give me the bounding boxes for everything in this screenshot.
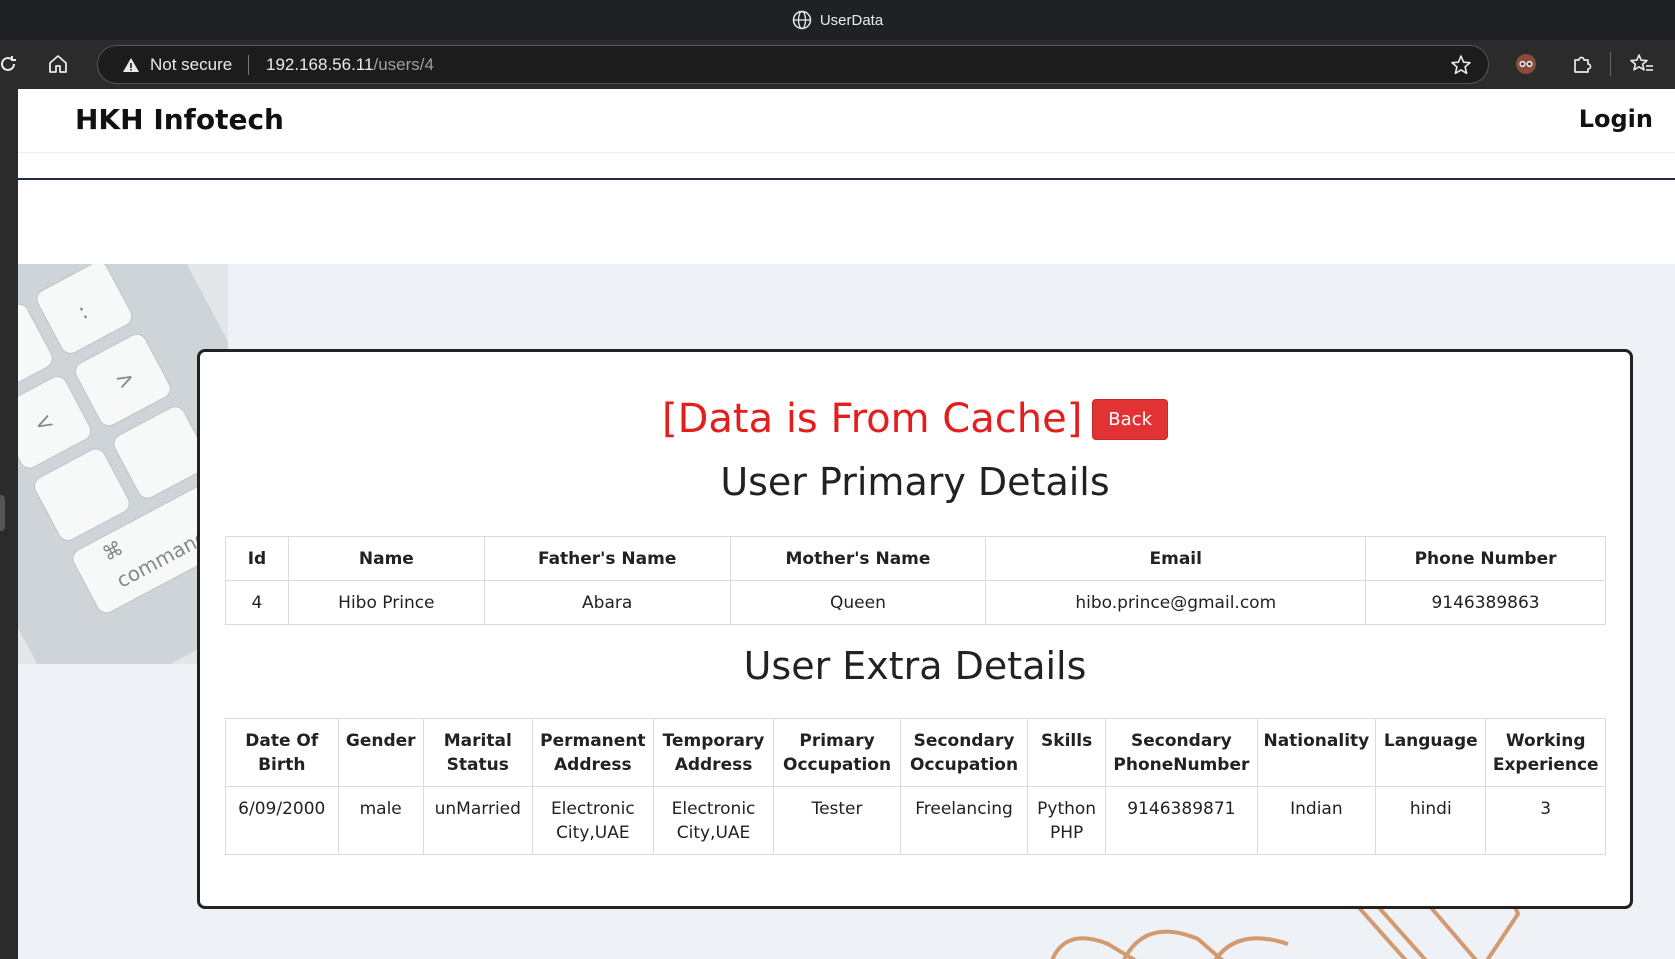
column-header: Name: [287, 536, 485, 581]
table-cell: Python PHP: [1027, 786, 1107, 855]
puzzle-icon: [1574, 56, 1592, 73]
table-cell: 4: [225, 580, 289, 625]
table-cell: 9146389871: [1105, 786, 1258, 855]
table-cell: Electronic City,UAE: [652, 786, 775, 855]
sidebar-edge: [0, 89, 18, 959]
column-header: Permanent Address: [531, 718, 654, 787]
table-cell: Indian: [1256, 786, 1377, 855]
table-cell: hibo.prince@gmail.com: [985, 580, 1367, 625]
url-path: /users/4: [373, 55, 434, 74]
table-cell: 9146389863: [1365, 580, 1606, 625]
table-cell: 3: [1485, 786, 1606, 855]
login-link[interactable]: Login: [1579, 105, 1653, 133]
table-cell: Queen: [729, 580, 987, 625]
favorites-button[interactable]: [1628, 50, 1656, 78]
column-header: Gender: [337, 718, 424, 787]
table-cell: Abara: [483, 580, 731, 625]
column-header: Secondary PhoneNumber: [1105, 718, 1258, 787]
browser-title-bar: UserData: [0, 0, 1675, 40]
column-header: Skills: [1027, 718, 1107, 787]
warning-icon: [123, 58, 139, 72]
home-button[interactable]: [44, 50, 72, 78]
cache-status-text: [Data is From Cache]: [661, 396, 1083, 442]
primary-details-heading: User Primary Details: [720, 460, 1110, 504]
profile-avatar-icon: [1516, 54, 1536, 74]
column-header: Father's Name: [483, 536, 731, 581]
window-title: UserData: [0, 10, 1675, 30]
table-cell: hindi: [1375, 786, 1487, 855]
bookmark-star-icon[interactable]: [1450, 54, 1472, 76]
column-header: Language: [1375, 718, 1487, 787]
sidebar-handle[interactable]: [0, 495, 5, 531]
reload-button[interactable]: [0, 50, 22, 78]
column-header: Marital Status: [422, 718, 533, 787]
column-header: Email: [985, 536, 1367, 581]
table-row: 6/09/2000 male unMarried Electronic City…: [225, 786, 1606, 855]
table-cell: Electronic City,UAE: [531, 786, 654, 855]
reload-icon: [1, 56, 16, 71]
table-header-row: Id Name Father's Name Mother's Name Emai…: [225, 536, 1606, 581]
column-header: Primary Occupation: [773, 718, 902, 787]
table-cell: 6/09/2000: [225, 786, 339, 855]
page-background: L : < > ⌘ command [Data is From Ca: [18, 264, 1675, 959]
browser-toolbar: Not secure 192.168.56.11/users/4: [0, 40, 1675, 89]
security-status[interactable]: Not secure: [150, 55, 232, 75]
column-header: Id: [225, 536, 289, 581]
table-cell: Hibo Prince: [287, 580, 485, 625]
column-header: Date Of Birth: [225, 718, 339, 787]
globe-icon: [792, 10, 812, 30]
nav-divider-line: [18, 178, 1675, 180]
table-header-row: Date Of Birth Gender Marital Status Perm…: [225, 718, 1606, 787]
column-header: Working Experience: [1485, 718, 1606, 787]
column-header: Secondary Occupation: [900, 718, 1029, 787]
url-host: 192.168.56.11: [266, 55, 374, 74]
favorites-icon: [1630, 54, 1653, 71]
extensions-button[interactable]: [1568, 50, 1596, 78]
column-header: Phone Number: [1365, 536, 1606, 581]
site-navbar: HKH Infotech Login: [18, 89, 1675, 153]
toolbar-divider: [1610, 52, 1611, 76]
user-details-card: [Data is From Cache] Back User Primary De…: [197, 349, 1633, 909]
home-icon: [49, 55, 67, 73]
profile-button[interactable]: [1512, 50, 1540, 78]
column-header: Temporary Address: [652, 718, 775, 787]
primary-details-table: Id Name Father's Name Mother's Name Emai…: [225, 536, 1606, 625]
table-cell: male: [337, 786, 424, 855]
url-text[interactable]: 192.168.56.11/users/4: [266, 55, 434, 75]
address-divider: [248, 55, 249, 75]
cache-notice: [Data is From Cache] Back: [200, 396, 1630, 442]
column-header: Mother's Name: [729, 536, 987, 581]
extra-details-heading: User Extra Details: [743, 644, 1087, 688]
site-brand[interactable]: HKH Infotech: [75, 103, 284, 136]
back-button[interactable]: Back: [1092, 398, 1168, 440]
address-bar[interactable]: Not secure 192.168.56.11/users/4: [97, 45, 1489, 84]
extra-details-table: Date Of Birth Gender Marital Status Perm…: [225, 718, 1606, 855]
page-viewport: HKH Infotech Login L : < > ⌘ command: [18, 89, 1675, 959]
table-cell: unMarried: [422, 786, 533, 855]
table-row: 4 Hibo Prince Abara Queen hibo.prince@gm…: [225, 580, 1606, 625]
table-cell: Tester: [773, 786, 902, 855]
window-title-text: UserData: [819, 12, 884, 29]
column-header: Nationality: [1256, 718, 1377, 787]
table-cell: Freelancing: [900, 786, 1029, 855]
